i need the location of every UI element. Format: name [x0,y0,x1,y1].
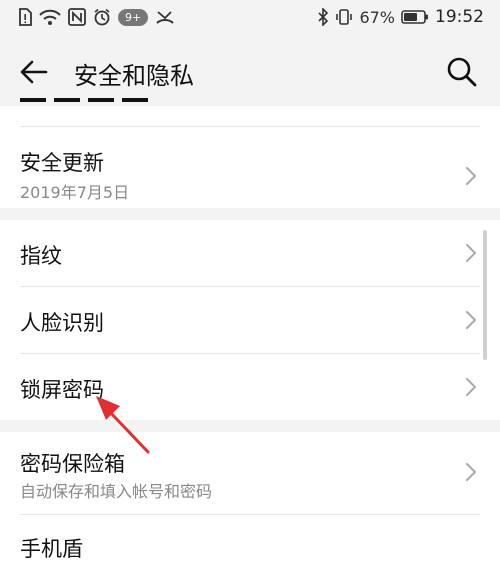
alarm-icon [94,8,110,26]
nfc-icon [68,8,86,26]
bluetooth-icon [318,8,329,26]
status-bar: 9+ 67% 19:52 [0,0,500,34]
scrollbar[interactable] [483,230,487,360]
wifi-icon [39,9,61,25]
chevron-right-icon [466,167,476,185]
chevron-right-icon [466,378,476,396]
password-vault-subtitle: 自动保存和填入帐号和密码 [20,482,213,501]
page-title: 安全和隐私 [74,62,194,90]
back-arrow-icon[interactable] [16,54,52,90]
search-icon[interactable] [444,54,480,90]
notification-count-badge: 9+ [118,8,149,26]
battery-icon [401,10,428,24]
face-recognition-title: 人脸识别 [20,311,104,335]
settings-card-top: 安全更新 2019年7月5日 [0,98,500,208]
fingerprint-row[interactable]: 指纹 [0,220,500,286]
lock-screen-password-row[interactable]: 锁屏密码 [0,354,500,420]
face-recognition-row[interactable]: 人脸识别 [0,287,500,353]
chevron-right-icon [466,463,476,481]
status-right-icons: 67% 19:52 [317,6,484,28]
chevron-right-icon [466,311,476,329]
annotation-arrow-icon [96,396,150,454]
settings-card-biometrics: 指纹 人脸识别 锁屏密码 [0,220,500,420]
chevron-right-icon [466,244,476,262]
phone-shield-row[interactable]: 手机盾 [0,515,500,575]
scrolled-item-fragment [20,98,150,110]
battery-percent: 67% [359,7,395,27]
security-update-date: 2019年7月5日 [20,183,130,202]
settings-card-more: 密码保险箱 自动保存和填入帐号和密码 手机盾 [0,432,500,575]
missed-call-icon [156,11,174,24]
status-time: 19:52 [435,7,484,27]
security-update-title: 安全更新 [20,151,104,175]
fingerprint-title: 指纹 [20,244,62,268]
app-bar: 安全和隐私 [0,34,500,106]
sim-alert-icon [19,8,32,26]
password-vault-row[interactable]: 密码保险箱 自动保存和填入帐号和密码 [0,432,500,514]
vibrate-icon [336,9,353,25]
phone-shield-title: 手机盾 [20,537,83,561]
security-update-row[interactable]: 安全更新 2019年7月5日 [0,127,500,208]
status-left-icons: 9+ [18,6,175,28]
